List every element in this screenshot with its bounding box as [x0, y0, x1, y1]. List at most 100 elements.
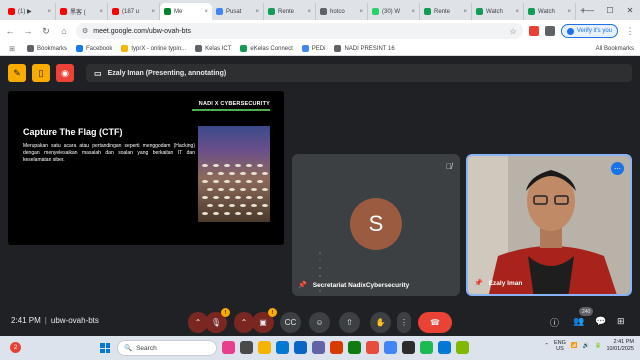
outlook-icon[interactable] [294, 341, 307, 354]
browser-tab[interactable]: (187 u × [108, 3, 160, 20]
apps-grid-icon[interactable]: ⊞ [6, 45, 18, 53]
bookmark-item[interactable]: NADI PRESINT 16 [334, 45, 395, 52]
photo-table-shape [229, 204, 235, 207]
reload-icon[interactable]: ↻ [40, 26, 52, 37]
tab-close-icon[interactable]: × [307, 9, 311, 15]
browser-tab[interactable]: (1) ▶ × [4, 3, 56, 20]
browser-tab[interactable]: Me × [160, 3, 212, 20]
app-icon[interactable] [366, 341, 379, 354]
bookmark-item[interactable]: PEDi [301, 45, 325, 52]
mic-toggle-button[interactable]: 🎙 ! [205, 308, 230, 333]
language-indicator[interactable]: ENG US [554, 340, 566, 352]
wifi-icon[interactable]: 📶 [571, 343, 578, 349]
browser-tab[interactable]: hotco × [316, 3, 368, 20]
back-icon[interactable]: ← [4, 26, 16, 36]
bookmark-item[interactable]: Bookmarks [27, 45, 67, 52]
all-bookmarks-button[interactable]: All Bookmarks [596, 46, 634, 52]
photo-table-shape [251, 172, 257, 175]
extensions-puzzle-icon[interactable] [544, 26, 555, 36]
pin-icon[interactable]: 📌 [474, 279, 483, 287]
bookmark-item[interactable]: eKelas Connect [240, 45, 293, 52]
more-options-button[interactable]: ⋮ [397, 312, 411, 333]
tab-close-icon[interactable]: × [99, 9, 103, 15]
file-explorer-icon[interactable] [258, 341, 271, 354]
tab-close-icon[interactable]: × [47, 9, 51, 15]
browser-tab-bar: (1) ▶ × 黑客 (× (187 u × Me × Pusat × Rente × hotco ×(… [0, 0, 640, 20]
address-bar[interactable]: ⚙ meet.google.com/ubw-ovah-bts ☆ [76, 23, 523, 39]
office-icon[interactable] [330, 341, 343, 354]
browser-tab[interactable]: Rente × [420, 3, 472, 20]
camera-toggle-button[interactable]: ▣ ! [252, 308, 277, 333]
app-icon[interactable] [420, 341, 433, 354]
extension-icon[interactable] [528, 26, 539, 36]
bookmark-item[interactable]: Facebook [76, 45, 112, 52]
verify-profile-button[interactable]: Verify it's you [560, 24, 618, 38]
browser-tab[interactable]: Rente × [264, 3, 316, 20]
present-screen-icon: ▭ [94, 68, 102, 78]
camera-options-button[interactable]: ⌃ [234, 312, 254, 333]
record-icon[interactable]: ◉ [56, 64, 74, 82]
taskbar-clock[interactable]: 2:41 PM 10/01/2025 [606, 339, 634, 353]
task-view-icon[interactable] [240, 341, 253, 354]
store-icon[interactable] [348, 341, 361, 354]
battery-icon[interactable]: 🔋 [595, 343, 602, 349]
tab-close-icon[interactable]: × [567, 9, 571, 15]
teams-icon[interactable] [312, 341, 325, 354]
photo-table-shape [262, 204, 268, 207]
door-icon[interactable]: ▯ [32, 64, 50, 82]
slide-title: Capture The Flag (CTF) [23, 127, 123, 137]
menu-kebab-icon[interactable]: ⋮ [624, 26, 636, 37]
browser-tab[interactable]: Pusat × [212, 3, 264, 20]
chrome-icon[interactable] [384, 341, 397, 354]
activities-icon[interactable]: ⊞ [617, 316, 625, 327]
home-icon[interactable]: ⌂ [58, 26, 70, 36]
notification-badge[interactable]: 2 [10, 342, 21, 353]
tab-close-icon[interactable]: × [359, 9, 363, 15]
info-icon[interactable]: ⓘ [550, 316, 559, 329]
photo-table-shape [257, 196, 263, 199]
tab-close-icon[interactable]: × [411, 9, 415, 15]
people-icon[interactable]: 👥 [573, 316, 584, 327]
browser-tab[interactable]: Watch × [524, 3, 576, 20]
tab-close-icon[interactable]: × [515, 9, 519, 15]
photo-table-shape [246, 164, 252, 167]
more-options-icon[interactable]: ⋯ [611, 162, 624, 175]
tab-close-icon[interactable]: × [463, 9, 467, 15]
maximize-icon[interactable]: ☐ [600, 0, 620, 20]
pin-icon[interactable]: 📌 [298, 281, 307, 289]
browser-tab[interactable]: 黑客 (× [56, 3, 108, 20]
participant-tile-ezaly[interactable]: ⋯ 📌 Ezaly Iman [466, 154, 632, 296]
leave-call-button[interactable]: ☎ [418, 312, 452, 333]
app-icon[interactable] [456, 341, 469, 354]
captions-button[interactable]: CC [280, 312, 301, 333]
edge-icon[interactable] [276, 341, 289, 354]
chevron-up-icon[interactable]: ⌃ [544, 343, 549, 349]
bookmark-item[interactable]: typrX - online typin... [121, 45, 186, 52]
tab-close-icon[interactable]: × [255, 9, 259, 15]
site-info-icon[interactable]: ⚙ [82, 27, 88, 35]
browser-tab[interactable]: (30) W × [368, 3, 420, 20]
tab-favicon-icon [268, 8, 275, 15]
tab-close-icon[interactable]: × [151, 9, 155, 15]
emoji-button[interactable]: ☺ [309, 312, 330, 333]
chat-icon[interactable]: 💬 [595, 316, 606, 327]
presenter-toolbar: ✎ ▯ ◉ [8, 64, 74, 82]
raise-hand-button[interactable]: ✋ [370, 312, 391, 333]
annotate-icon[interactable]: ✎ [8, 64, 26, 82]
minimize-icon[interactable]: — [580, 0, 600, 20]
browser-tab[interactable]: Watch × [472, 3, 524, 20]
windows-start-icon[interactable] [100, 343, 110, 353]
present-button[interactable]: ⇧ [339, 312, 360, 333]
bookmark-star-icon[interactable]: ☆ [510, 27, 517, 36]
app-icon[interactable] [438, 341, 451, 354]
close-icon[interactable]: ✕ [620, 0, 640, 20]
scroll-indicator [318, 252, 322, 292]
app-icon[interactable] [402, 341, 415, 354]
volume-icon[interactable]: 🔊 [583, 343, 590, 349]
mic-off-icon: 🎙̸ [446, 162, 452, 171]
bookmark-item[interactable]: Kelas ICT [195, 45, 231, 52]
copilot-icon[interactable] [222, 341, 235, 354]
taskbar-search[interactable]: 🔍 Search [117, 340, 217, 356]
forward-icon[interactable]: → [22, 26, 34, 36]
tab-close-icon[interactable]: × [204, 9, 208, 15]
